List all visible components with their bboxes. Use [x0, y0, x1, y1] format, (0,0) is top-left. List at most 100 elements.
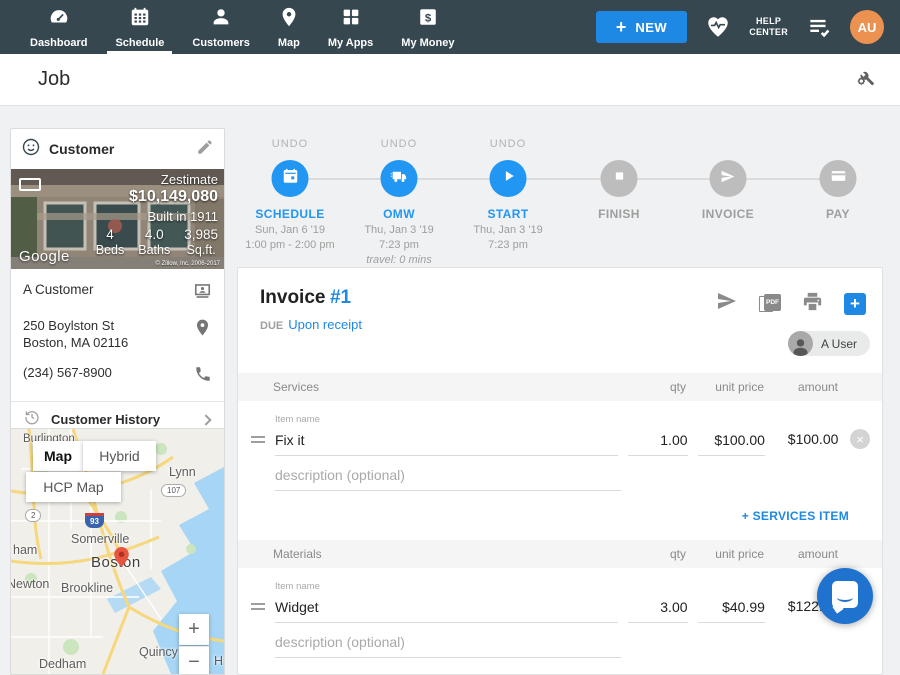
drag-handle-icon[interactable] [251, 603, 265, 613]
street-view-photo[interactable]: Zestimate $10,149,080 Built in 1911 4Bed… [11, 169, 224, 269]
job-timeline: UNDO SCHEDULE Sun, Jan 6 '191:00 pm - 2:… [237, 128, 897, 263]
map-zoom-out-button[interactable]: − [179, 646, 209, 675]
service-item-name-input[interactable] [275, 430, 618, 456]
delete-item-icon[interactable]: × [850, 429, 870, 449]
undo-start-button[interactable]: UNDO [453, 138, 563, 150]
map-widget[interactable]: Burlington Lynn 107 2 93 Somerville ham … [10, 428, 225, 675]
truck-icon [390, 167, 409, 191]
material-unit-price-input[interactable] [698, 597, 765, 623]
zestimate-value: $10,149,080 [96, 188, 218, 206]
assignee-avatar-icon [788, 331, 813, 356]
plus-icon: + [616, 18, 627, 36]
hcp-map-button[interactable]: HCP Map [26, 472, 121, 502]
map-city-label: Hi [214, 654, 225, 668]
help-center-link[interactable]: HELP CENTER [749, 16, 788, 39]
map-city-label: Quincy [139, 645, 178, 659]
credit-card-icon-circle[interactable] [820, 160, 857, 197]
chat-bubble-icon [832, 581, 858, 608]
location-pin-icon[interactable] [193, 318, 212, 342]
drag-handle-icon[interactable] [251, 436, 265, 446]
play-icon [499, 167, 517, 190]
map-zoom-in-button[interactable]: + [179, 614, 209, 645]
add-services-item-link[interactable]: + SERVICES ITEM [742, 509, 849, 523]
schedule-icon [129, 6, 151, 33]
timeline-step-invoice: INVOICE [673, 128, 783, 263]
svg-text:$: $ [425, 12, 432, 24]
map-city-label: ham [13, 543, 37, 557]
timeline-step-finish: FINISH [564, 128, 674, 263]
customer-phone: (234) 567-8900 [23, 365, 194, 382]
service-description-input[interactable] [275, 465, 621, 491]
title-bar: Job [0, 54, 900, 106]
omw-step-button[interactable] [381, 160, 418, 197]
material-item-row: Item name $122.97 [238, 581, 882, 623]
add-invoice-item-icon[interactable]: + [844, 293, 866, 315]
print-icon[interactable] [801, 290, 824, 318]
map-city-label: Somerville [71, 532, 129, 546]
customer-name: A Customer [23, 281, 193, 299]
service-description-row [238, 465, 882, 491]
customers-icon [210, 6, 232, 33]
nav-item-schedule[interactable]: Schedule [101, 0, 178, 54]
nav-items: Dashboard Schedule Customers Map My Apps… [0, 0, 468, 54]
material-description-input[interactable] [275, 632, 621, 658]
customer-card-header: Customer [11, 129, 224, 169]
service-qty-input[interactable] [628, 430, 687, 456]
assignee-name: A User [821, 337, 857, 351]
send-invoice-icon[interactable] [715, 289, 739, 318]
nav-item-label: Dashboard [30, 37, 87, 49]
new-button[interactable]: + NEW [596, 11, 687, 43]
zestimate-overlay: Zestimate $10,149,080 Built in 1911 4Bed… [96, 172, 218, 257]
dashboard-icon [48, 6, 70, 33]
materials-section-header: Materials qty unit price amount [238, 540, 882, 568]
material-description-row [238, 632, 882, 658]
nav-item-my-money[interactable]: $ My Money [387, 0, 468, 54]
nav-item-dashboard[interactable]: Dashboard [16, 0, 101, 54]
checklist-icon[interactable] [806, 14, 832, 40]
material-item-name-input[interactable] [275, 597, 618, 623]
google-logo: Google [19, 248, 70, 265]
undo-omw-button[interactable]: UNDO [344, 138, 454, 150]
hybrid-type-button[interactable]: Hybrid [83, 441, 156, 471]
nav-item-my-apps[interactable]: My Apps [314, 0, 387, 54]
job-location-pin [114, 547, 129, 572]
street-view-toggle-icon[interactable] [19, 178, 41, 191]
customer-details: A Customer 250 Boylston St Boston, MA 02… [11, 269, 224, 388]
schedule-step-button[interactable] [272, 160, 309, 197]
send-icon-circle[interactable] [710, 160, 747, 197]
due-value-link[interactable]: Upon receipt [288, 317, 362, 332]
services-section-header: Services qty unit price amount [238, 373, 882, 401]
pdf-icon[interactable]: PDF [759, 294, 781, 313]
user-avatar[interactable]: AU [850, 10, 884, 44]
nav-item-customers[interactable]: Customers [178, 0, 263, 54]
photo-copyright: © Zillow, Inc. 2006-2017 [156, 261, 220, 267]
interstate-93-shield: 93 [85, 513, 104, 528]
invoice-header: Invoice #1 DUEUpon receipt PDF + A User [238, 268, 882, 373]
contact-card-icon[interactable] [193, 281, 212, 305]
map-pin-icon [278, 6, 300, 33]
job-settings-icon[interactable] [854, 66, 876, 93]
health-heart-icon[interactable] [705, 14, 731, 40]
finish-step-button[interactable] [601, 160, 638, 197]
material-qty-input[interactable] [628, 597, 687, 623]
service-unit-price-input[interactable] [698, 430, 765, 456]
customer-card: Customer Zestimate $10,149,080 Built in … [10, 128, 225, 439]
money-icon: $ [417, 6, 439, 33]
phone-icon[interactable] [194, 365, 212, 388]
customer-phone-row: (234) 567-8900 [23, 365, 212, 388]
timeline-step-start: UNDO START Thu, Jan 3 '197:23 pm [453, 128, 563, 263]
chat-messenger-button[interactable] [817, 568, 873, 624]
customer-name-row: A Customer [23, 281, 212, 305]
undo-schedule-button[interactable]: UNDO [235, 138, 345, 150]
timeline-step-omw: UNDO OMW Thu, Jan 3 '197:23 pmtravel: 0 … [344, 128, 454, 263]
map-type-button[interactable]: Map [33, 441, 83, 471]
start-step-button[interactable] [490, 160, 527, 197]
nav-item-label: Schedule [115, 37, 164, 49]
assignee-pill[interactable]: A User [788, 331, 870, 356]
route-2-shield: 2 [25, 509, 41, 522]
invoice-number[interactable]: #1 [330, 287, 351, 308]
nav-item-map[interactable]: Map [264, 0, 314, 54]
stop-icon [611, 168, 627, 189]
map-city-label: Lynn [169, 465, 196, 479]
edit-pencil-icon[interactable] [196, 138, 214, 161]
